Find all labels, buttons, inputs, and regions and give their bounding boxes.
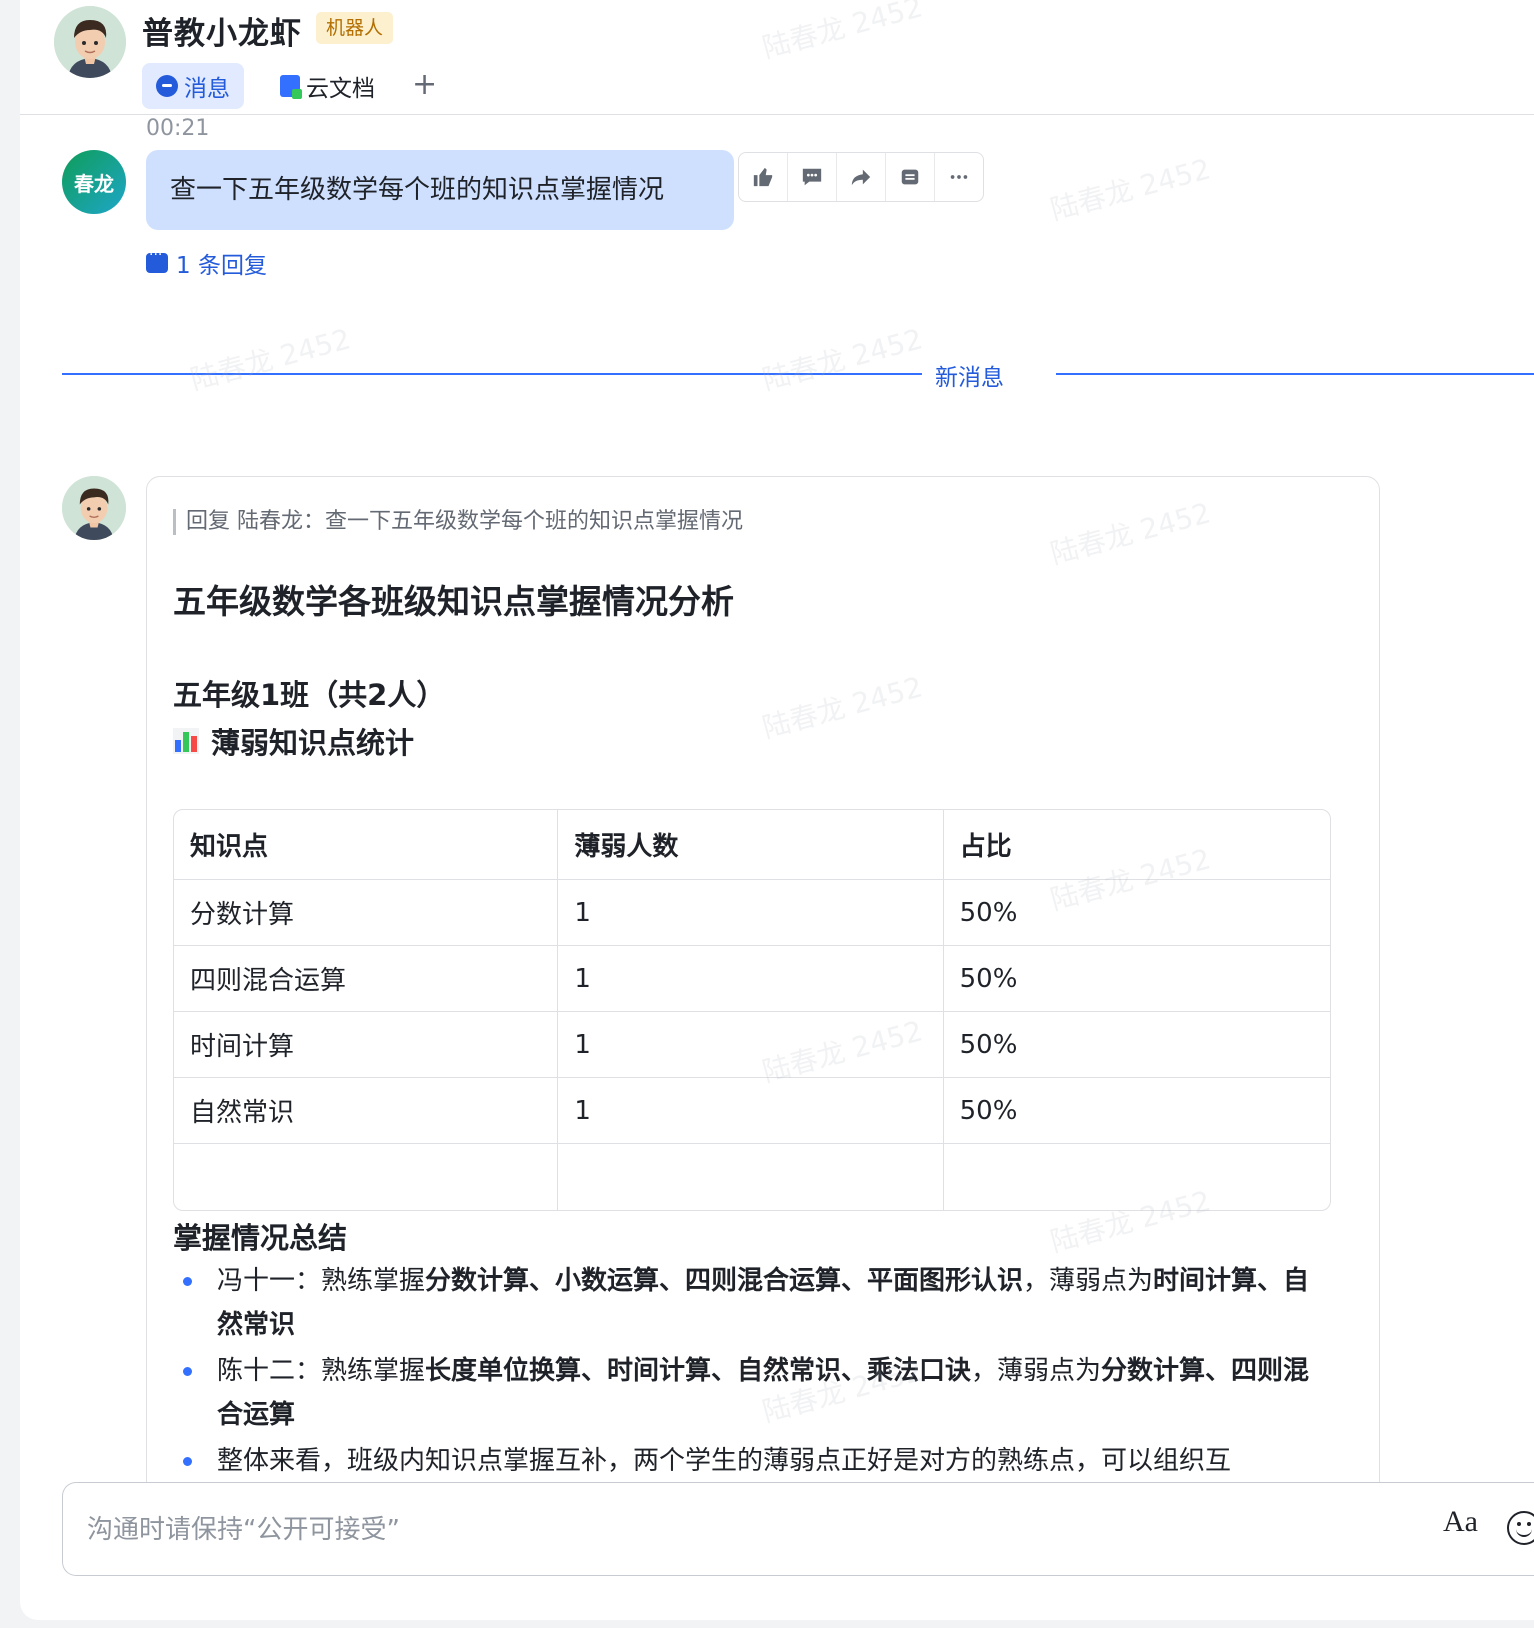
list-item: 整体来看，班级内知识点掌握互补，两个学生的薄弱点正好是对方的熟练点，可以组织互	[173, 1439, 1313, 1483]
tab-messages[interactable]: 消息	[142, 63, 244, 109]
summary-bold: 分数计算、小数运算、四则混合运算、平面图形认识	[425, 1266, 1024, 1296]
table-header-row: 知识点 薄弱人数 占比	[174, 810, 1330, 880]
chat-window: 普教小龙虾 机器人 消息 云文档 + 00:21 春龙 查一下五年级数学每个班的…	[20, 0, 1534, 1620]
table-cell	[944, 1144, 1330, 1210]
list-item: 冯十一：熟练掌握分数计算、小数运算、四则混合运算、平面图形认识，薄弱点为时间计算…	[173, 1259, 1313, 1347]
table-cell	[558, 1144, 944, 1210]
new-message-divider-label: 新消息	[935, 365, 1004, 391]
table-cell: 自然常识	[174, 1078, 559, 1144]
thread-reply-link[interactable]: 1 条回复	[146, 246, 267, 280]
tab-cloud-docs-label: 云文档	[306, 76, 375, 102]
table-cell: 50%	[943, 1078, 1330, 1144]
message-action-bar	[738, 152, 984, 202]
reply-quote[interactable]: 回复 陆春龙：查一下五年级数学每个班的知识点掌握情况	[173, 509, 743, 535]
summary-text: 陈十二：熟练掌握	[217, 1356, 426, 1386]
table-cell: 50%	[943, 880, 1330, 946]
summary-text: ，薄弱点为	[1023, 1266, 1154, 1296]
summary-text: 冯十一：熟练掌握	[217, 1266, 426, 1296]
weak-points-table: 知识点 薄弱人数 占比 分数计算 1 50% 四则混合运算 1 50% 时间计算	[173, 809, 1331, 1211]
new-message-divider-left	[62, 373, 922, 375]
message-time: 00:21	[146, 116, 210, 141]
table-cell: 1	[558, 946, 944, 1012]
table-cell: 分数计算	[174, 880, 559, 946]
forward-icon[interactable]	[837, 153, 886, 201]
table-cell	[174, 1144, 559, 1210]
table-header-cell: 知识点	[174, 810, 559, 880]
message-composer: Aa	[62, 1482, 1534, 1576]
tab-cloud-docs[interactable]: 云文档	[266, 63, 389, 109]
watermark: 陆春龙 2452	[186, 322, 355, 397]
chat-title: 普教小龙虾	[142, 16, 302, 52]
table-row: 时间计算 1 50%	[174, 1012, 1330, 1078]
format-button[interactable]: Aa	[1443, 1505, 1478, 1539]
table-cell: 1	[558, 880, 944, 946]
message-bubble[interactable]: 查一下五年级数学每个班的知识点掌握情况	[146, 150, 734, 230]
reply-count: 1 条回复	[176, 253, 267, 279]
reply-title: 五年级数学各班级知识点掌握情况分析	[173, 582, 734, 621]
reply-icon	[146, 247, 168, 273]
summary-heading: 掌握情况总结	[173, 1221, 348, 1255]
table-header-cell: 薄弱人数	[558, 810, 944, 880]
bot-reply-avatar[interactable]	[62, 476, 126, 540]
watermark: 陆春龙 2452	[1046, 152, 1215, 227]
summary-bold: 长度单位换算、时间计算、自然常识、乘法口诀	[425, 1356, 972, 1386]
table-cell: 时间计算	[174, 1012, 559, 1078]
table-cell: 1	[558, 1012, 944, 1078]
add-tab-button[interactable]: +	[412, 62, 437, 108]
table-header-cell: 占比	[943, 810, 1330, 880]
pin-icon[interactable]	[886, 153, 935, 201]
thumbs-up-icon[interactable]	[739, 153, 788, 201]
section-heading-text: 薄弱知识点统计	[211, 726, 415, 760]
emoji-icon[interactable]	[1507, 1511, 1534, 1545]
list-item: 陈十二：熟练掌握长度单位换算、时间计算、自然常识、乘法口诀，薄弱点为分数计算、四…	[173, 1349, 1313, 1437]
message-input[interactable]	[87, 1505, 1287, 1555]
message-icon	[156, 75, 178, 97]
class-heading: 五年级1班（共2人）	[173, 678, 446, 712]
bot-reply-card[interactable]: 回复 陆春龙：查一下五年级数学每个班的知识点掌握情况 五年级数学各班级知识点掌握…	[146, 476, 1380, 1576]
table-cell: 50%	[943, 946, 1330, 1012]
table-row: 自然常识 1 50%	[174, 1078, 1330, 1144]
table-row-empty	[174, 1144, 1330, 1210]
summary-list: 冯十一：熟练掌握分数计算、小数运算、四则混合运算、平面图形认识，薄弱点为时间计算…	[173, 1259, 1313, 1485]
doc-icon	[280, 75, 302, 99]
more-icon[interactable]	[935, 153, 983, 201]
chat-header: 普教小龙虾 机器人 消息 云文档 +	[20, 0, 1534, 115]
table-cell: 1	[558, 1078, 944, 1144]
summary-text: 整体来看，班级内知识点掌握互补，两个学生的薄弱点正好是对方的熟练点，可以组织互	[217, 1446, 1232, 1476]
bot-avatar-illustration	[62, 476, 126, 540]
new-message-divider-right	[1056, 373, 1534, 375]
table-row: 分数计算 1 50%	[174, 880, 1330, 946]
table-cell: 50%	[943, 1012, 1330, 1078]
comment-icon[interactable]	[788, 153, 837, 201]
bot-badge: 机器人	[316, 12, 394, 44]
table-cell: 四则混合运算	[174, 946, 559, 1012]
bot-avatar-illustration	[54, 6, 126, 78]
section-heading: 薄弱知识点统计	[173, 720, 414, 762]
watermark: 陆春龙 2452	[758, 322, 927, 397]
tab-messages-label: 消息	[184, 76, 230, 102]
table-row: 四则混合运算 1 50%	[174, 946, 1330, 1012]
user-avatar[interactable]: 春龙	[62, 150, 126, 214]
bar-chart-icon	[173, 728, 199, 754]
bot-avatar[interactable]	[54, 6, 126, 78]
summary-text: ，薄弱点为	[971, 1356, 1102, 1386]
